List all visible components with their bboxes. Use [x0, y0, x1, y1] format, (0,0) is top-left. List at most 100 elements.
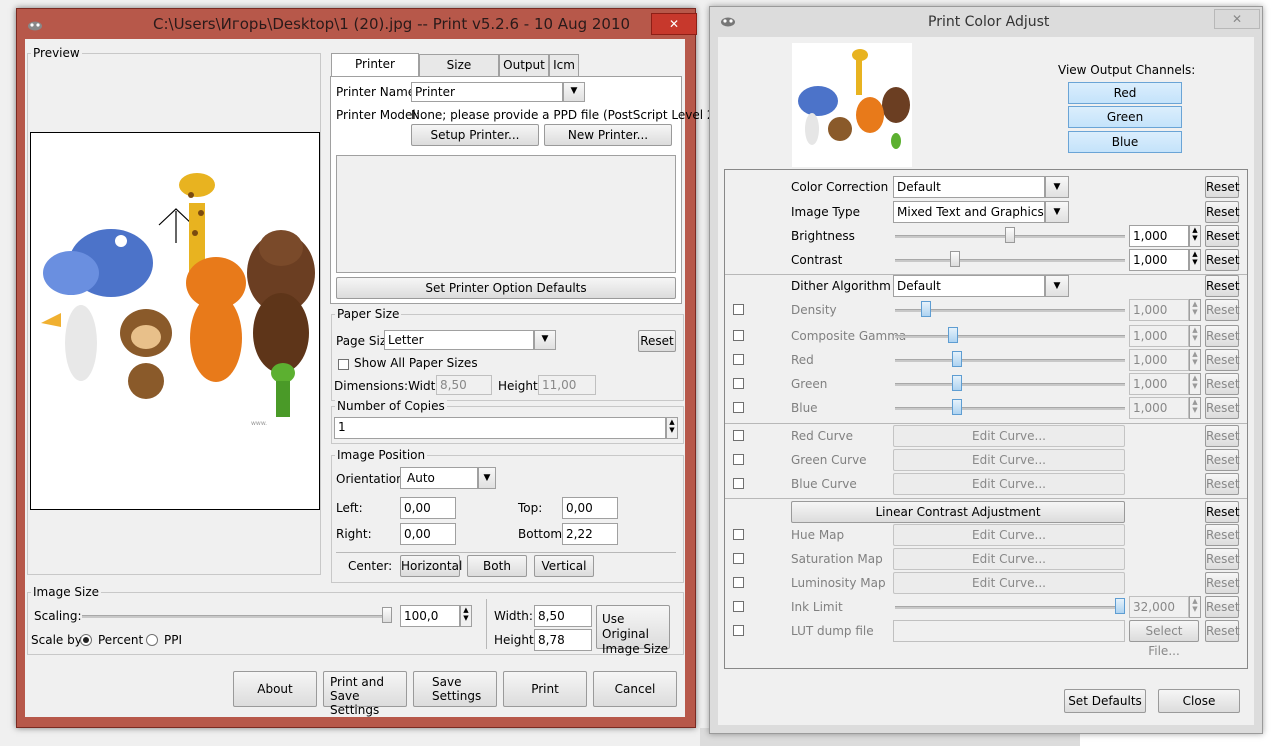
red-checkbox[interactable]: [733, 354, 744, 365]
scaling-spinner[interactable]: ▲ ▼: [460, 605, 472, 627]
blue-slider-thumb[interactable]: [952, 399, 963, 415]
density-checkbox[interactable]: [733, 304, 744, 315]
linear-contrast-button[interactable]: Linear Contrast Adjustment: [791, 501, 1125, 523]
color-correction-dropdown-icon[interactable]: ▼: [1045, 176, 1069, 198]
ppi-radio[interactable]: [146, 634, 158, 646]
show-all-paper-sizes-checkbox[interactable]: [338, 359, 349, 370]
printer-options-list[interactable]: [336, 155, 676, 273]
ink-limit-reset-button[interactable]: Reset: [1205, 596, 1240, 618]
luminosity-map-edit-button[interactable]: Edit Curve...: [893, 572, 1125, 594]
set-defaults-button[interactable]: Set Defaults: [1064, 689, 1146, 713]
red-curve-checkbox[interactable]: [733, 430, 744, 441]
paper-size-reset-button[interactable]: Reset: [638, 330, 676, 352]
contrast-slider-thumb[interactable]: [950, 251, 960, 267]
contrast-field[interactable]: 1,000: [1129, 249, 1189, 271]
image-height-field[interactable]: 8,78: [534, 629, 592, 651]
color-correction-select[interactable]: Default: [893, 176, 1045, 198]
composite-gamma-slider-thumb[interactable]: [947, 327, 958, 343]
top-field[interactable]: 0,00: [562, 497, 618, 519]
close-button[interactable]: Close: [1158, 689, 1240, 713]
image-width-field[interactable]: 8,50: [534, 605, 592, 627]
page-size-input[interactable]: Letter: [384, 330, 534, 350]
channel-blue-button[interactable]: Blue: [1068, 131, 1182, 153]
contrast-spinner[interactable]: ▲ ▼: [1189, 249, 1201, 271]
preview-page[interactable]: www.: [30, 132, 320, 510]
center-both-button[interactable]: Both: [467, 555, 527, 577]
contrast-reset-button[interactable]: Reset: [1205, 249, 1240, 271]
new-printer-button[interactable]: New Printer...: [544, 124, 672, 146]
composite-gamma-slider[interactable]: [895, 335, 1125, 338]
left-field[interactable]: 0,00: [400, 497, 456, 519]
use-original-size-button[interactable]: Use Original Image Size: [596, 605, 670, 656]
percent-radio[interactable]: [80, 634, 92, 646]
blue-reset-button[interactable]: Reset: [1205, 397, 1240, 419]
scaling-slider-thumb[interactable]: [382, 607, 392, 623]
brightness-field[interactable]: 1,000: [1129, 225, 1189, 247]
cancel-button[interactable]: Cancel: [593, 671, 677, 707]
linear-contrast-reset-button[interactable]: Reset: [1205, 501, 1240, 523]
lut-dump-reset-button[interactable]: Reset: [1205, 620, 1240, 642]
green-curve-checkbox[interactable]: [733, 454, 744, 465]
luminosity-map-reset-button[interactable]: Reset: [1205, 572, 1240, 594]
color-correction-reset-button[interactable]: Reset: [1205, 176, 1240, 198]
red-curve-reset-button[interactable]: Reset: [1205, 425, 1240, 447]
blue-curve-checkbox[interactable]: [733, 478, 744, 489]
density-slider-thumb[interactable]: [921, 301, 932, 317]
about-button[interactable]: About: [233, 671, 317, 707]
set-printer-defaults-button[interactable]: Set Printer Option Defaults: [336, 277, 676, 299]
page-size-dropdown-icon[interactable]: ▼: [534, 330, 556, 350]
saturation-map-checkbox[interactable]: [733, 553, 744, 564]
print-and-save-button[interactable]: Print and Save Settings: [323, 671, 407, 717]
close-window-button[interactable]: ✕: [651, 13, 697, 35]
composite-gamma-checkbox[interactable]: [733, 330, 744, 341]
lut-dump-select-button[interactable]: Select File...: [1129, 620, 1199, 658]
blue-slider[interactable]: [895, 407, 1125, 410]
blue-checkbox[interactable]: [733, 402, 744, 413]
scaling-field[interactable]: 100,0: [400, 605, 460, 627]
ink-limit-checkbox[interactable]: [733, 601, 744, 612]
image-type-dropdown-icon[interactable]: ▼: [1045, 201, 1069, 223]
lut-dump-checkbox[interactable]: [733, 625, 744, 636]
color-close-window-button[interactable]: ✕: [1214, 9, 1260, 29]
printer-name-dropdown-icon[interactable]: ▼: [563, 82, 585, 102]
dither-reset-button[interactable]: Reset: [1205, 275, 1240, 297]
red-slider[interactable]: [895, 359, 1125, 362]
center-horizontal-button[interactable]: Horizontal: [400, 555, 462, 577]
saturation-map-edit-button[interactable]: Edit Curve...: [893, 548, 1125, 570]
brightness-reset-button[interactable]: Reset: [1205, 225, 1240, 247]
dither-dropdown-icon[interactable]: ▼: [1045, 275, 1069, 297]
tab-output[interactable]: Output: [499, 54, 549, 76]
red-curve-edit-button[interactable]: Edit Curve...: [893, 425, 1125, 447]
green-curve-edit-button[interactable]: Edit Curve...: [893, 449, 1125, 471]
orientation-select[interactable]: Auto: [400, 467, 478, 489]
channel-red-button[interactable]: Red: [1068, 82, 1182, 104]
copies-input[interactable]: 1: [334, 417, 666, 439]
contrast-slider[interactable]: [895, 259, 1125, 262]
bottom-field[interactable]: 2,22: [562, 523, 618, 545]
green-slider-thumb[interactable]: [952, 375, 963, 391]
right-field[interactable]: 0,00: [400, 523, 456, 545]
printer-name-input[interactable]: Printer: [411, 82, 563, 102]
channel-green-button[interactable]: Green: [1068, 106, 1182, 128]
density-reset-button[interactable]: Reset: [1205, 299, 1240, 321]
ink-limit-slider-thumb[interactable]: [1115, 598, 1125, 614]
image-type-reset-button[interactable]: Reset: [1205, 201, 1240, 223]
print-button[interactable]: Print: [503, 671, 587, 707]
luminosity-map-checkbox[interactable]: [733, 577, 744, 588]
hue-map-edit-button[interactable]: Edit Curve...: [893, 524, 1125, 546]
scaling-slider[interactable]: [82, 615, 392, 618]
orientation-dropdown-icon[interactable]: ▼: [478, 467, 496, 489]
green-reset-button[interactable]: Reset: [1205, 373, 1240, 395]
ink-limit-slider[interactable]: [895, 606, 1125, 609]
green-curve-reset-button[interactable]: Reset: [1205, 449, 1240, 471]
setup-printer-button[interactable]: Setup Printer...: [411, 124, 539, 146]
brightness-slider-thumb[interactable]: [1005, 227, 1015, 243]
copies-spinner[interactable]: ▲ ▼: [666, 417, 678, 439]
hue-map-reset-button[interactable]: Reset: [1205, 524, 1240, 546]
brightness-spinner[interactable]: ▲ ▼: [1189, 225, 1201, 247]
red-reset-button[interactable]: Reset: [1205, 349, 1240, 371]
red-slider-thumb[interactable]: [952, 351, 963, 367]
dither-select[interactable]: Default: [893, 275, 1045, 297]
green-slider[interactable]: [895, 383, 1125, 386]
center-vertical-button[interactable]: Vertical: [534, 555, 594, 577]
